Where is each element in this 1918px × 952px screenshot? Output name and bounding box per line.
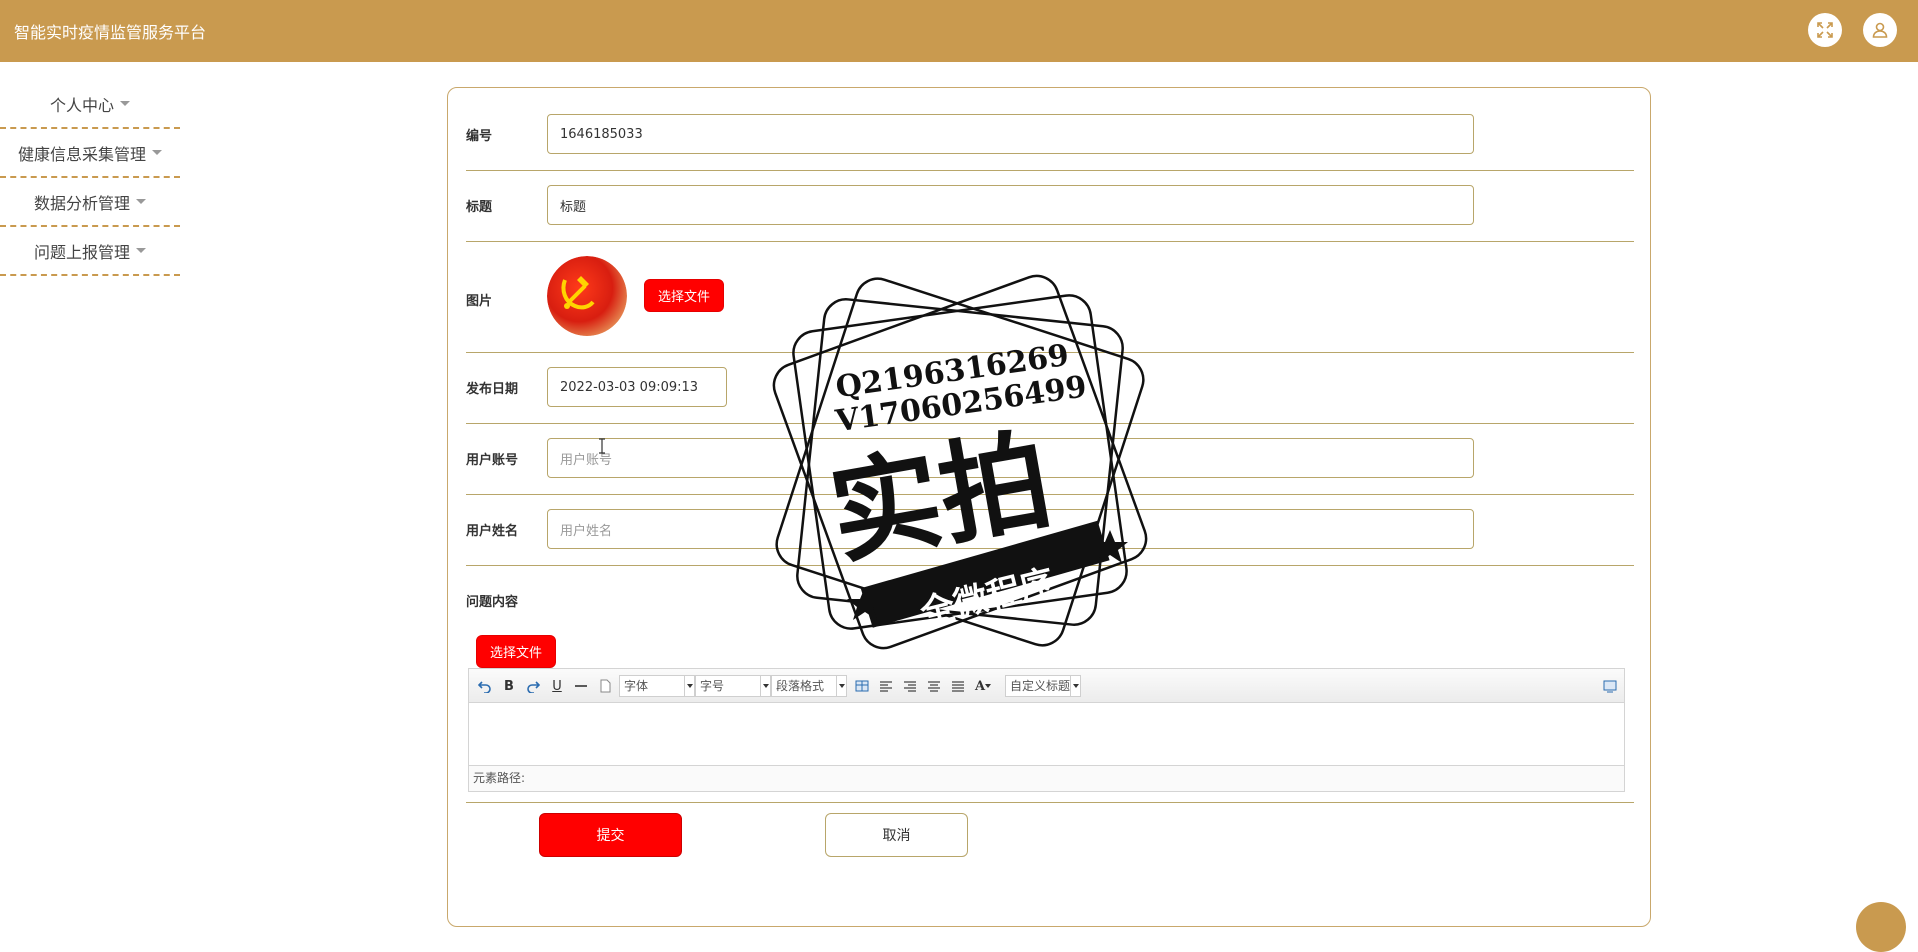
align-right-icon[interactable] [901,677,919,695]
user-account-label: 用户账号 [466,453,519,468]
redo-icon[interactable] [524,677,542,695]
caret-down-icon [1070,676,1080,696]
number-input[interactable]: 1646185033 [547,114,1474,154]
align-left-icon[interactable] [877,677,895,695]
editor-toolbar: B U 字体 字号 段落格式 A 自定义标题 [469,669,1624,703]
user-icon [1872,22,1888,38]
sidebar-item-problem-report[interactable]: 问题上报管理 [0,227,180,276]
custom-title-select-label: 自定义标题 [1010,679,1071,693]
user-name-label: 用户姓名 [466,524,519,539]
sidebar-item-label: 问题上报管理 [33,242,130,262]
row-number: 编号 1646185033 [466,100,1634,171]
sidebar-item-label: 健康信息采集管理 [17,144,146,164]
caret-down-icon [136,248,146,253]
cancel-button[interactable]: 取消 [825,813,968,857]
caret-down-icon [152,150,162,155]
paragraph-format-select-label: 段落格式 [776,679,825,693]
font-size-select-label: 字号 [700,679,725,693]
font-color-caret-icon[interactable] [983,677,993,695]
caret-down-icon [760,676,770,696]
sidebar-item-label: 数据分析管理 [33,193,130,213]
editor-element-path: 元素路径: [469,765,1624,791]
caret-down-icon [836,676,846,696]
caret-down-icon [120,101,130,106]
underline-button[interactable]: U [548,677,566,695]
bold-button[interactable]: B [500,677,518,695]
undo-icon[interactable] [476,677,494,695]
text-cursor-icon [598,438,606,458]
table-icon[interactable] [853,677,871,695]
editor-content-area[interactable] [469,703,1624,765]
party-emblem-image [547,256,627,336]
image-label: 图片 [466,294,493,309]
sidebar-item-label: 个人中心 [49,95,114,115]
document-icon[interactable] [596,677,614,695]
caret-down-icon [136,199,146,204]
fullscreen-icon [1817,22,1833,38]
row-publish-date: 发布日期 2022-03-03 09:09:13 [466,353,1634,424]
top-bar: 智能实时疫情监管服务平台 [0,0,1918,62]
back-to-top-button[interactable] [1856,902,1906,952]
paragraph-format-select[interactable]: 段落格式 [771,675,847,697]
custom-title-select[interactable]: 自定义标题 [1005,675,1081,697]
fullscreen-editor-icon[interactable] [1601,677,1619,695]
align-justify-icon[interactable] [949,677,967,695]
title-label: 标题 [466,200,493,215]
row-user-account: 用户账号 用户账号 [466,424,1634,495]
number-label: 编号 [466,129,493,144]
image-choose-file-button[interactable]: 选择文件 [644,279,724,312]
form-card: 编号 1646185033 标题 标题 图片 选择文件 发布日期 2022-03… [447,87,1651,927]
sidebar: 个人中心 健康信息采集管理 数据分析管理 问题上报管理 [0,80,180,276]
publish-date-input[interactable]: 2022-03-03 09:09:13 [547,367,727,407]
app-title: 智能实时疫情监管服务平台 [14,23,207,42]
row-user-name: 用户姓名 用户姓名 [466,495,1634,566]
uploaded-image [547,256,627,336]
user-account-input[interactable]: 用户账号 [547,438,1474,478]
font-family-select[interactable]: 字体 [619,675,695,697]
horizontal-rule-icon[interactable] [572,677,590,695]
font-family-select-label: 字体 [624,679,649,693]
row-title: 标题 标题 [466,171,1634,242]
rich-text-editor[interactable]: B U 字体 字号 段落格式 A 自定义标题 元素路径: [468,668,1625,792]
user-button[interactable] [1863,13,1897,47]
row-image: 图片 选择文件 [466,242,1634,353]
submit-button[interactable]: 提交 [539,813,682,857]
sidebar-item-health-info[interactable]: 健康信息采集管理 [0,129,180,178]
fullscreen-button[interactable] [1808,13,1842,47]
sidebar-item-data-analysis[interactable]: 数据分析管理 [0,178,180,227]
sidebar-item-personal-center[interactable]: 个人中心 [0,80,180,129]
font-size-select[interactable]: 字号 [695,675,771,697]
user-name-input[interactable]: 用户姓名 [547,509,1474,549]
problem-content-label: 问题内容 [466,595,519,610]
title-input[interactable]: 标题 [547,185,1474,225]
align-center-icon[interactable] [925,677,943,695]
publish-date-label: 发布日期 [466,382,519,397]
caret-down-icon [684,676,694,696]
content-choose-file-button[interactable]: 选择文件 [476,635,556,668]
